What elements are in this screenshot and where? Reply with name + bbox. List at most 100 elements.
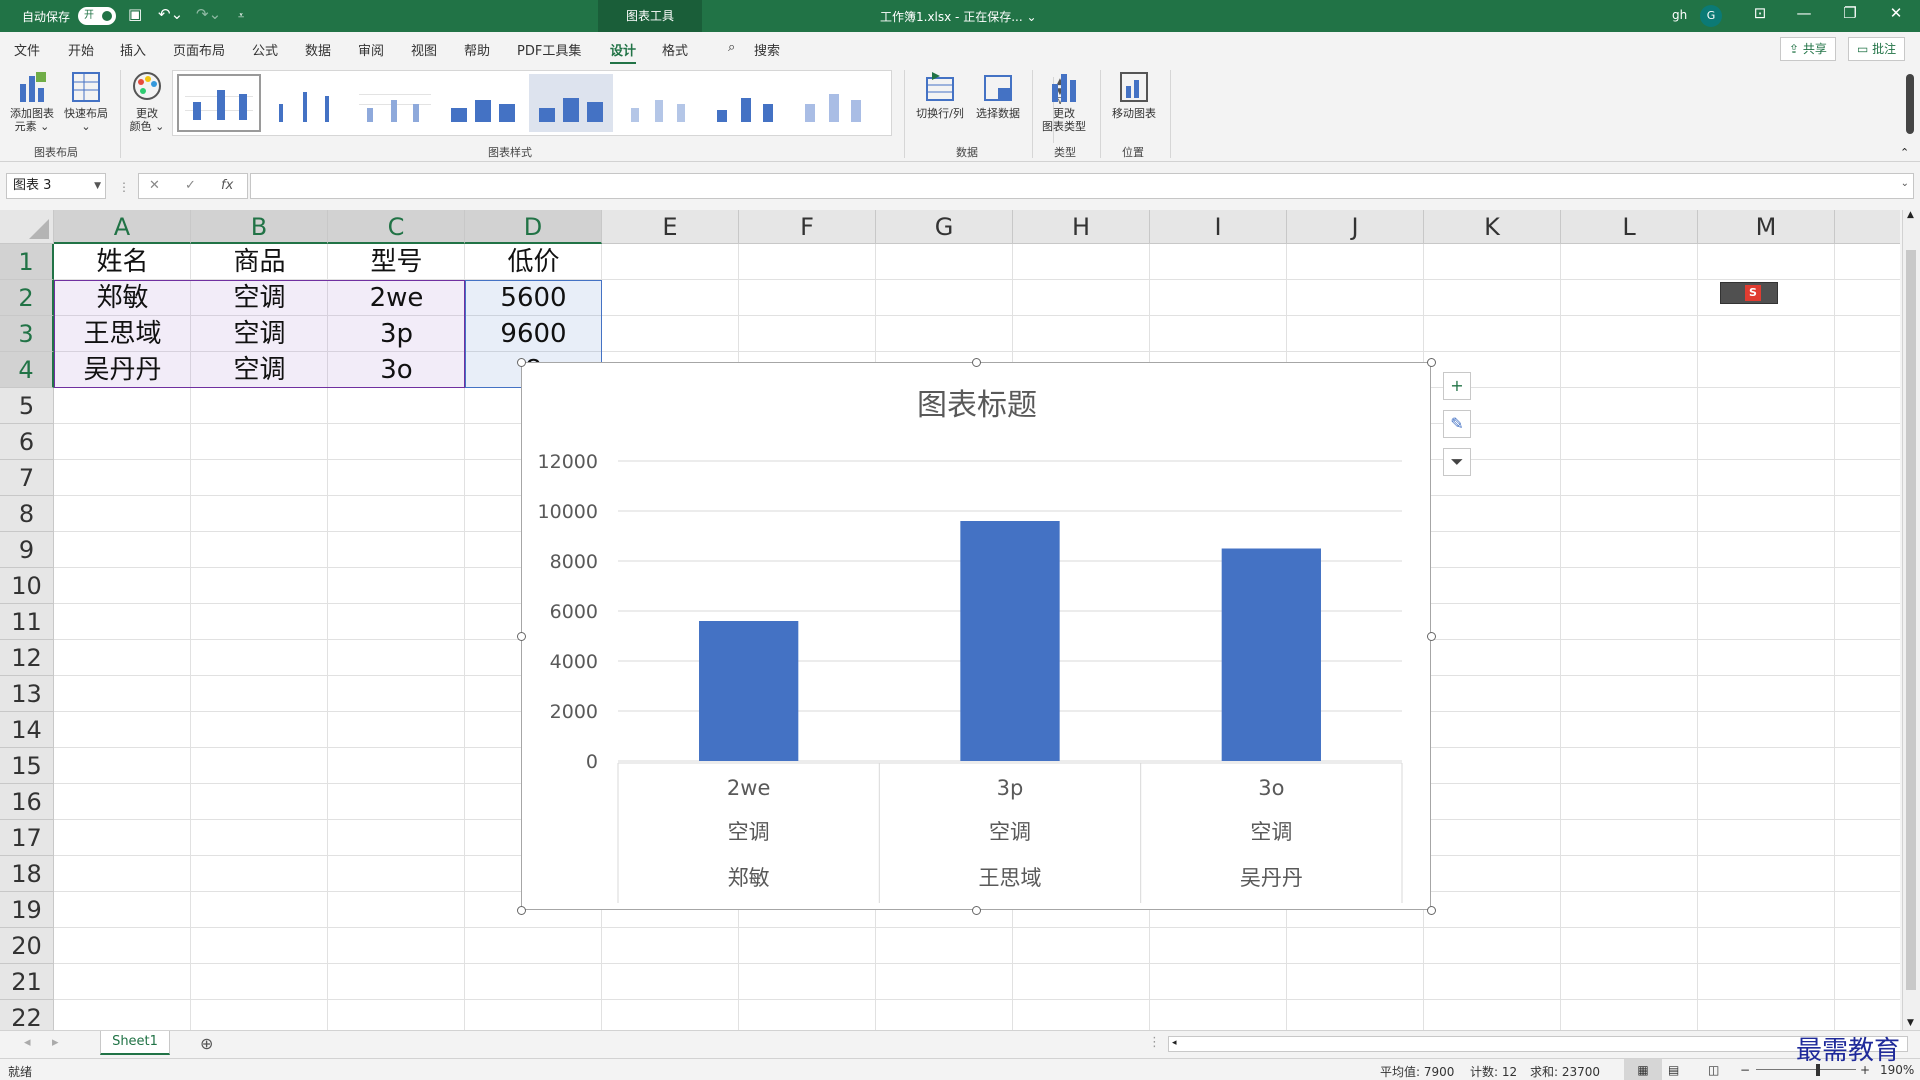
row-header[interactable]: 11 (0, 604, 54, 640)
column-header[interactable]: E (602, 210, 739, 244)
select-data-button[interactable]: 选择数据 (972, 70, 1024, 120)
column-header[interactable]: C (328, 210, 465, 244)
tab-format[interactable]: 格式 (662, 40, 688, 59)
tab-formulas[interactable]: 公式 (252, 40, 278, 59)
cell[interactable]: 商品 (191, 244, 328, 280)
redo-icon[interactable]: ↷⌄ (196, 5, 221, 23)
enter-icon[interactable]: ✓ (185, 174, 196, 198)
restore-icon[interactable]: ❐ (1830, 4, 1870, 22)
cell[interactable]: 吴丹丹 (54, 352, 191, 388)
cell[interactable]: 王思域 (54, 316, 191, 352)
cell[interactable]: 5600 (465, 280, 602, 316)
chart-elements-button[interactable]: + (1443, 372, 1471, 400)
row-header[interactable]: 19 (0, 892, 54, 928)
column-header[interactable]: A (54, 210, 191, 244)
tab-review[interactable]: 审阅 (358, 40, 384, 59)
search-label[interactable]: 搜索 (754, 40, 780, 59)
cancel-icon[interactable]: ✕ (149, 174, 160, 198)
zoom-out-icon[interactable]: − (1740, 1063, 1750, 1077)
comments-button[interactable]: ▭ 批注 (1848, 37, 1906, 61)
split-handle-icon[interactable]: ⋮ (1148, 1035, 1161, 1050)
resize-handle[interactable] (1427, 632, 1436, 641)
chart-style-8[interactable] (793, 74, 877, 132)
column-header[interactable]: D (465, 210, 602, 244)
insert-function-icon[interactable]: fx (221, 174, 233, 198)
cell[interactable]: 9600 (465, 316, 602, 352)
chart-styles-button[interactable]: ✎ (1443, 410, 1471, 438)
tab-design[interactable]: 设计 (610, 40, 637, 65)
row-header[interactable]: 7 (0, 460, 54, 496)
normal-view-icon[interactable]: ▦ (1624, 1059, 1662, 1080)
row-header[interactable]: 10 (0, 568, 54, 604)
tab-file[interactable]: 文件 (14, 40, 40, 59)
column-header[interactable]: J (1287, 210, 1424, 244)
column-header[interactable]: F (739, 210, 876, 244)
row-header[interactable]: 4 (0, 352, 54, 388)
status-sum[interactable]: 求和: 23700 (1530, 1063, 1600, 1080)
resize-handle[interactable] (972, 906, 981, 915)
row-header[interactable]: 3 (0, 316, 54, 352)
collapse-ribbon-icon[interactable]: ⌃ (1900, 146, 1909, 159)
bar[interactable] (960, 521, 1060, 761)
cell[interactable]: 型号 (328, 244, 465, 280)
scroll-left-icon[interactable]: ◂ (1172, 1038, 1177, 1048)
column-header[interactable]: I (1150, 210, 1287, 244)
column-header[interactable]: L (1561, 210, 1698, 244)
close-icon[interactable]: ✕ (1876, 4, 1916, 22)
cell[interactable]: 空调 (191, 352, 328, 388)
share-button[interactable]: ⇪ 共享 (1780, 37, 1836, 61)
row-header[interactable]: 9 (0, 532, 54, 568)
change-chart-type-button[interactable]: 更改 图表类型 (1036, 70, 1092, 133)
autosave-toggle[interactable]: 开 (78, 7, 116, 25)
column-header[interactable]: G (876, 210, 1013, 244)
chart-style-2[interactable] (265, 74, 349, 132)
cell[interactable]: 郑敏 (54, 280, 191, 316)
column-header[interactable]: M (1698, 210, 1835, 244)
cell[interactable]: 姓名 (54, 244, 191, 280)
resize-handle[interactable] (517, 632, 526, 641)
cell[interactable]: 空调 (191, 316, 328, 352)
page-layout-view-icon[interactable]: ▤ (1668, 1063, 1679, 1077)
switch-row-column-button[interactable]: 切换行/列 (912, 70, 968, 120)
next-sheet-icon[interactable]: ▸ (52, 1035, 59, 1050)
chart-style-4[interactable] (441, 74, 525, 132)
search-icon[interactable]: ⌕ (728, 40, 735, 55)
scroll-up-icon[interactable]: ▲ (1907, 210, 1914, 220)
row-header[interactable]: 22 (0, 1000, 54, 1030)
cell[interactable]: 低价 (465, 244, 602, 280)
customize-toolbar-icon[interactable]: ⩡ (238, 9, 244, 23)
undo-icon[interactable]: ↶⌄ (158, 5, 183, 23)
row-header[interactable]: 21 (0, 964, 54, 1000)
tab-page-layout[interactable]: 页面布局 (173, 40, 225, 59)
row-header[interactable]: 17 (0, 820, 54, 856)
user-name[interactable]: gh (1672, 8, 1687, 22)
save-icon[interactable]: ▣ (128, 5, 142, 23)
tab-data[interactable]: 数据 (305, 40, 331, 59)
tab-insert[interactable]: 插入 (120, 40, 146, 59)
bar[interactable] (699, 621, 799, 761)
row-header[interactable]: 18 (0, 856, 54, 892)
vertical-scrollbar[interactable]: ▲ ▼ (1902, 210, 1920, 1030)
resize-handle[interactable] (517, 906, 526, 915)
vertical-scroll-thumb[interactable] (1906, 250, 1916, 990)
ribbon-scrollbar[interactable] (1906, 74, 1914, 134)
expand-formula-icon[interactable]: ⌄ (1901, 178, 1909, 189)
chart-style-6[interactable] (617, 74, 701, 132)
cell[interactable]: 空调 (191, 280, 328, 316)
resize-handle[interactable] (517, 358, 526, 367)
document-title[interactable]: 工作簿1.xlsx - 正在保存... ⌄ (880, 8, 1037, 25)
input-method-icon[interactable]: S (1720, 282, 1778, 304)
chart-style-5[interactable] (529, 74, 613, 132)
column-header[interactable]: H (1013, 210, 1150, 244)
add-chart-element-button[interactable]: 添加图表 元素 ⌄ (8, 70, 56, 133)
ribbon-display-icon[interactable]: ⊡ (1740, 4, 1780, 22)
resize-handle[interactable] (972, 358, 981, 367)
cell[interactable]: 3o (328, 352, 465, 388)
row-header[interactable]: 6 (0, 424, 54, 460)
formula-input[interactable]: ⌄ (250, 173, 1914, 199)
resize-handle[interactable] (1427, 358, 1436, 367)
row-header[interactable]: 14 (0, 712, 54, 748)
select-all-button[interactable] (0, 210, 54, 244)
status-count[interactable]: 计数: 12 (1470, 1063, 1517, 1080)
prev-sheet-icon[interactable]: ◂ (24, 1035, 31, 1050)
